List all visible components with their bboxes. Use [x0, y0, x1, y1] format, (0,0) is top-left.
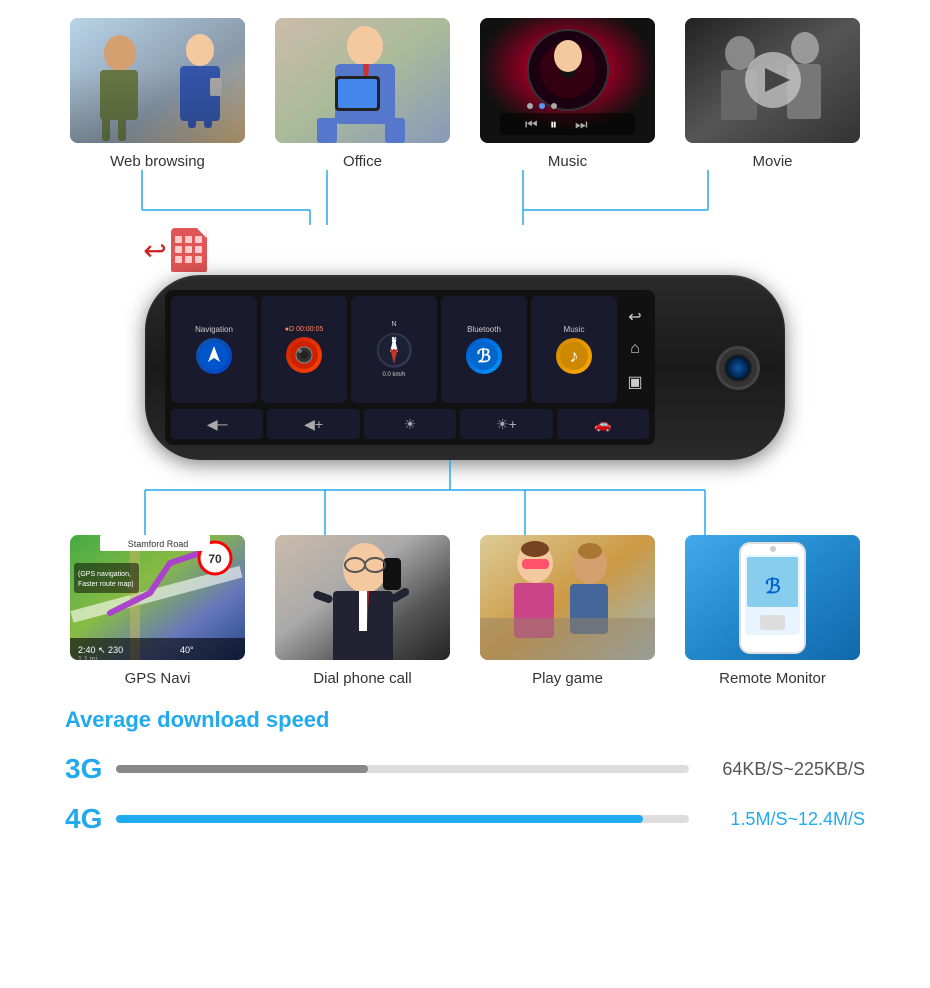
speed-bar-track-3g [116, 765, 689, 773]
svg-text:ℬ: ℬ [765, 576, 781, 598]
speed-value-3g: 64KB/S~225KB/S [705, 759, 865, 780]
screen-btn-bluetooth[interactable]: Bluetooth ℬ [441, 296, 527, 403]
svg-text:N: N [391, 337, 396, 344]
menu-icon[interactable]: ▣ [623, 372, 647, 392]
speed-bar-track-4g [116, 815, 689, 823]
music-screen-label: Music [564, 325, 585, 334]
feature-dial-label: Dial phone call [313, 670, 411, 687]
svg-text:♪: ♪ [570, 346, 579, 366]
bottom-features-section: 70 2:40 ↖ 230 40° 1.1 mi (GPS navigation… [0, 535, 930, 687]
speed-row-3g: 3G 64KB/S~225KB/S [65, 753, 865, 785]
speed-bar-fill-3g [116, 765, 368, 773]
svg-text:ℬ: ℬ [477, 346, 491, 366]
brightness-btn[interactable]: ☀ [364, 409, 456, 439]
cam-icon [286, 337, 322, 373]
feature-web: Web browsing [68, 18, 248, 170]
speed-section: Average download speed 3G 64KB/S~225KB/S… [0, 687, 930, 863]
camera-lens [724, 354, 752, 382]
compass-label: N [391, 321, 396, 328]
nav-icons-column: ↩ ⌂ ▣ [621, 296, 649, 403]
feature-game: Play game [478, 535, 658, 687]
mirror-device: Navigation ●D 00:00:05 [145, 275, 785, 460]
svg-text:(GPS navigation,: (GPS navigation, [78, 571, 131, 578]
feature-remote: ℬ Remote Monitor [683, 535, 863, 687]
feature-music-label: Music [548, 153, 587, 170]
sim-arrow-icon: ↩ [143, 234, 166, 267]
sim-card [171, 228, 207, 272]
thumb-movie [685, 18, 860, 143]
speed-label: 0.0 km/h [382, 372, 405, 378]
nav-label: Navigation [195, 325, 233, 334]
feature-remote-label: Remote Monitor [719, 670, 826, 687]
thumb-remote: ℬ [685, 535, 860, 660]
feature-navi-label: GPS Navi [125, 670, 191, 687]
bt-icon: ℬ [466, 338, 502, 374]
nav-icon [196, 338, 232, 374]
vol-down-btn[interactable]: ◀─ [171, 409, 263, 439]
car-btn[interactable]: 🚗 [557, 409, 649, 439]
screen-btn-camera[interactable]: ●D 00:00:05 [261, 296, 347, 403]
home-icon[interactable]: ⌂ [623, 340, 647, 358]
speed-bar-fill-4g [116, 815, 643, 823]
speed-title: Average download speed [65, 707, 865, 733]
feature-movie: Movie [683, 18, 863, 170]
thumb-game [480, 535, 655, 660]
thumb-web [70, 18, 245, 143]
feature-navi: 70 2:40 ↖ 230 40° 1.1 mi (GPS navigation… [68, 535, 248, 687]
svg-text:1.1 mi: 1.1 mi [78, 656, 98, 661]
feature-office: Office [273, 18, 453, 170]
sim-area: ↩ [0, 225, 930, 275]
mirror-right-side [716, 346, 765, 390]
thumb-dial [275, 535, 450, 660]
compass-icon: N 0.0 km/h [376, 332, 412, 368]
mirror-device-wrapper: Navigation ●D 00:00:05 [40, 275, 890, 460]
thumb-office [275, 18, 450, 143]
svg-text:⏸: ⏸ [550, 116, 557, 132]
svg-text:2:40 ↖ 230: 2:40 ↖ 230 [78, 645, 123, 655]
feature-music: ⏮ ⏸ ⏭ Music [478, 18, 658, 170]
thumb-music: ⏮ ⏸ ⏭ [480, 18, 655, 143]
back-icon[interactable]: ↩ [623, 307, 647, 327]
bt-label: Bluetooth [467, 325, 501, 334]
feature-web-label: Web browsing [110, 153, 205, 170]
rear-camera [716, 346, 760, 390]
svg-text:Faster route map): Faster route map) [78, 581, 134, 588]
screen-btn-compass[interactable]: N N 0.0 km/h 0.0 km/h [351, 296, 437, 403]
feature-office-label: Office [343, 153, 382, 170]
feature-game-label: Play game [532, 670, 603, 687]
screen-btn-music[interactable]: Music ♪ [531, 296, 617, 403]
top-features-section: Web browsing [0, 0, 930, 170]
screen-btn-navigation[interactable]: Navigation [171, 296, 257, 403]
speed-value-4g: 1.5M/S~12.4M/S [705, 809, 865, 830]
screen-bottom-bar: ◀─ ◀+ ☀ ☀+ 🚗 [165, 406, 655, 445]
svg-text:⏮: ⏮ [525, 116, 538, 132]
cam-label: ●D 00:00:05 [285, 326, 323, 333]
svg-text:⏭: ⏭ [575, 116, 588, 132]
brightness-up-btn[interactable]: ☀+ [460, 409, 552, 439]
mirror-screen: Navigation ●D 00:00:05 [165, 290, 655, 445]
feature-dial: Dial phone call [273, 535, 453, 687]
svg-text:Stamford Road: Stamford Road [128, 539, 189, 549]
svg-text:70: 70 [208, 552, 222, 566]
svg-text:40°: 40° [180, 645, 194, 655]
music-screen-icon: ♪ [556, 338, 592, 374]
speed-row-4g: 4G 1.5M/S~12.4M/S [65, 803, 865, 835]
speed-label-3g: 3G [65, 753, 100, 785]
thumb-navi: 70 2:40 ↖ 230 40° 1.1 mi (GPS navigation… [70, 535, 245, 660]
feature-movie-label: Movie [752, 153, 792, 170]
speed-label-4g: 4G [65, 803, 100, 835]
vol-up-btn[interactable]: ◀+ [267, 409, 359, 439]
